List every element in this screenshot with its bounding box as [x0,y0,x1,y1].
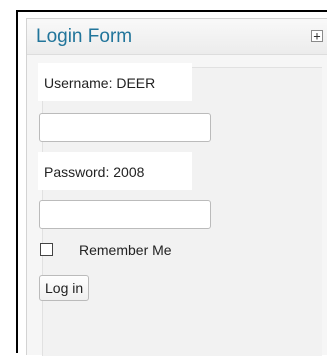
password-input[interactable] [39,200,211,229]
password-label: Password: 2008 [38,152,192,190]
login-form: Username: DEER Password: 2008 Remember M… [16,10,327,353]
remember-me-label: Remember Me [79,242,172,258]
username-label: Username: DEER [38,63,192,101]
log-in-button[interactable]: Log in [39,275,90,301]
remember-me-checkbox[interactable] [40,243,53,256]
username-input[interactable] [39,113,211,142]
